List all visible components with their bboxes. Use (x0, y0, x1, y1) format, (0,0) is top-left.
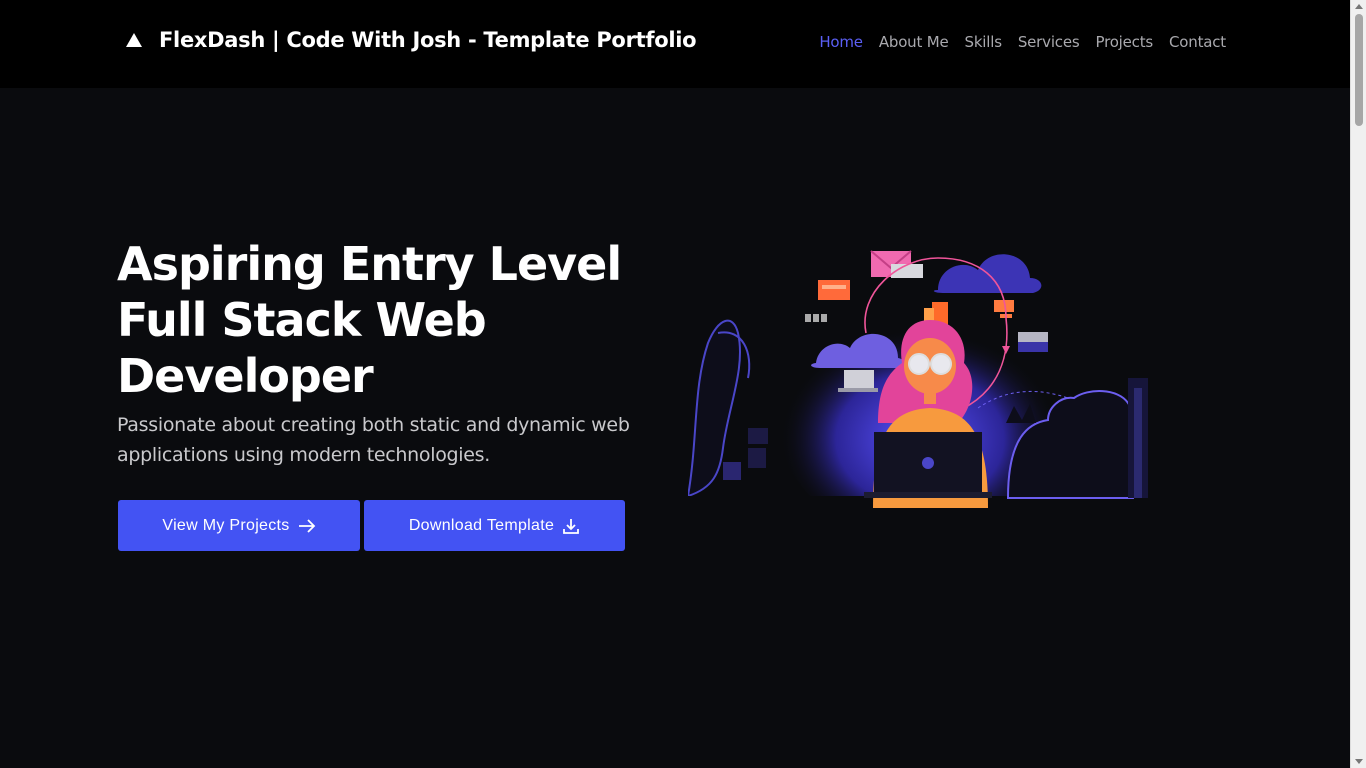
view-projects-button[interactable]: View My Projects (118, 500, 360, 551)
nav-projects[interactable]: Projects (1095, 33, 1153, 51)
hero-subtitle: Passionate about creating both static an… (117, 414, 630, 466)
navbar: FlexDash | Code With Josh - Template Por… (0, 0, 1350, 88)
developer-illustration (688, 250, 1168, 508)
scroll-up-icon[interactable] (1355, 4, 1363, 9)
hero-title: Aspiring Entry Level Full Stack Web Deve… (117, 236, 677, 404)
view-projects-label: View My Projects (162, 516, 290, 534)
nav-skills[interactable]: Skills (965, 33, 1003, 51)
main-nav: Home About Me Skills Services Projects C… (819, 33, 1226, 51)
arrow-right-icon (298, 518, 315, 533)
nav-home[interactable]: Home (819, 33, 863, 51)
triangle-logo-icon (126, 33, 142, 47)
hero-title-line-3: Developer (117, 349, 374, 403)
download-icon (563, 518, 580, 534)
download-template-button[interactable]: Download Template (364, 500, 625, 551)
brand[interactable]: FlexDash | Code With Josh - Template Por… (125, 28, 697, 52)
brand-title: FlexDash | Code With Josh - Template Por… (159, 28, 697, 52)
nav-about-me[interactable]: About Me (879, 33, 949, 51)
nav-services[interactable]: Services (1018, 33, 1080, 51)
scroll-thumb[interactable] (1355, 14, 1363, 126)
nav-contact[interactable]: Contact (1169, 33, 1226, 51)
hero-title-line-1: Aspiring Entry Level (117, 237, 622, 291)
download-template-label: Download Template (408, 516, 555, 534)
page-scrollbar[interactable] (1350, 0, 1366, 768)
hero-title-line-2: Full Stack Web (117, 293, 487, 347)
scroll-down-icon[interactable] (1355, 759, 1363, 764)
